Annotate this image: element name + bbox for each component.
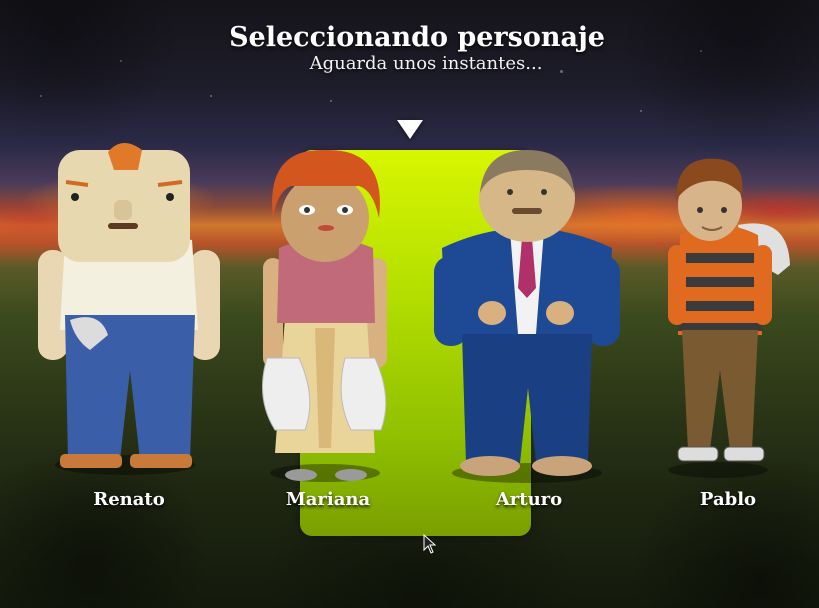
page-title: Seleccionando personaje [229,22,605,53]
character-name-mariana: Mariana [285,489,371,510]
mouse-pointer-icon [423,533,437,558]
character-mariana[interactable] [255,148,395,488]
character-pablo[interactable] [658,155,798,480]
character-name-pablo: Pablo [699,489,757,510]
pablo-figure [668,158,790,478]
character-name-arturo: Arturo [495,489,563,510]
character-renato[interactable] [30,140,230,480]
character-name-renato: Renato [93,489,165,510]
character-arturo[interactable] [432,148,622,488]
renato-figure [38,142,220,475]
down-triangle-icon [397,120,423,139]
page-subtitle: Aguarda unos instantes... [309,53,543,74]
arturo-figure [434,150,620,483]
mariana-figure [262,149,387,482]
